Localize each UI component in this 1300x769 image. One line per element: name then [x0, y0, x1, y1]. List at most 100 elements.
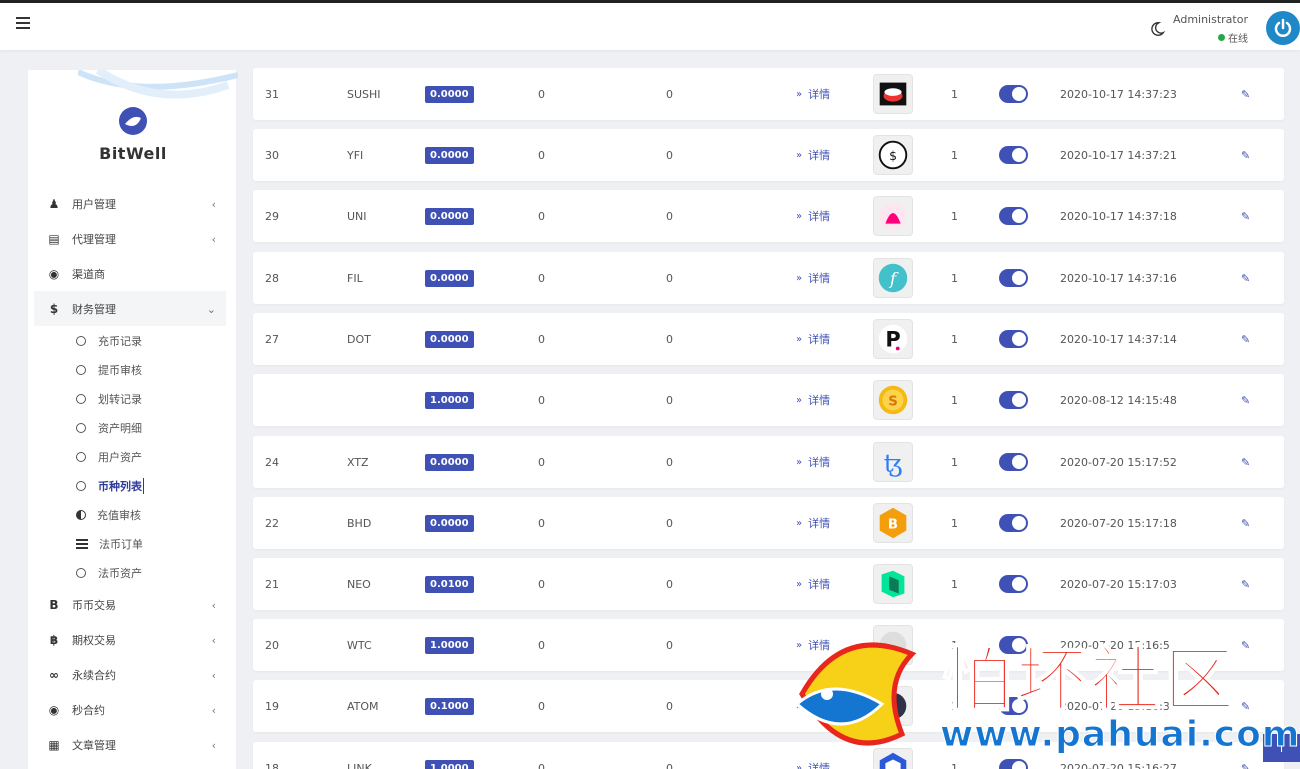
uni-logo [873, 196, 913, 236]
edit-icon[interactable]: ✎ [1241, 497, 1250, 549]
sidebar-item-agent-management[interactable]: ▤ 代理管理 ‹ [34, 221, 226, 256]
status-toggle[interactable] [999, 453, 1028, 471]
circle-icon [76, 480, 86, 491]
row-fee-cell: 0.0000 [425, 190, 474, 242]
edit-icon[interactable]: ✎ [1241, 313, 1250, 365]
row-value-b: 0 [666, 393, 673, 407]
sidebar-subitem-withdraw-review[interactable]: 提币审核 [34, 355, 226, 384]
row-sort: 1 [951, 209, 958, 223]
status-toggle[interactable] [999, 391, 1028, 409]
edit-icon[interactable]: ✎ [1241, 619, 1250, 671]
sidebar-item-article-management[interactable]: ▦ 文章管理 ‹ [34, 727, 226, 762]
status-toggle[interactable] [999, 330, 1028, 348]
status-toggle[interactable] [999, 575, 1028, 593]
sidebar-item-second-contract[interactable]: ◉ 秒合约 ‹ [34, 692, 226, 727]
row-value-a: 0 [538, 516, 545, 530]
edit-icon[interactable]: ✎ [1241, 680, 1250, 732]
detail-link[interactable]: » 详情 [796, 742, 830, 769]
edit-icon[interactable]: ✎ [1241, 68, 1250, 120]
edit-icon[interactable]: ✎ [1241, 129, 1250, 181]
neo-logo [873, 564, 913, 604]
bitcoin-icon: ฿ [49, 632, 59, 647]
table-row: 18 LINK 1.0000 0 0 » 详情 1 2020-07-20 15:16:27 ✎ [253, 742, 1284, 769]
detail-link[interactable]: » 详情 [796, 558, 830, 610]
detail-link[interactable]: » 详情 [796, 252, 830, 304]
detail-link[interactable]: » 详情 [796, 436, 830, 488]
sidebar-item-options-trading[interactable]: ฿ 期权交易 ‹ [34, 622, 226, 657]
sidebar-menu: ♟ 用户管理 ‹ ▤ 代理管理 ‹ ◉ 渠道商 $ 财务管理 ⌄ 充币记录 提币… [34, 186, 226, 762]
sidebar-item-finance[interactable]: $ 财务管理 ⌄ [34, 291, 226, 326]
edit-icon[interactable]: ✎ [1241, 374, 1250, 426]
status-toggle[interactable] [999, 269, 1028, 287]
svg-text:S: S [888, 395, 898, 410]
sidebar-item-channel[interactable]: ◉ 渠道商 [34, 256, 226, 291]
edit-icon[interactable]: ✎ [1241, 436, 1250, 488]
circle-icon [76, 567, 86, 578]
dark-mode-icon[interactable] [1148, 20, 1166, 38]
edit-icon[interactable]: ✎ [1241, 252, 1250, 304]
detail-label: 详情 [808, 149, 831, 162]
table-row: 19 ATOM 0.1000 0 0 » 详情 1 2020-07-20 15:16:3 ✎ [253, 680, 1284, 732]
status-toggle[interactable] [999, 759, 1028, 769]
sub-label: 用户资产 [98, 450, 142, 464]
sidebar-subitem-recharge-review[interactable]: 充值审核 [34, 500, 226, 529]
row-fee-cell: 1.0000 [425, 374, 474, 426]
sidebar-subitem-asset-details[interactable]: 资产明细 [34, 413, 226, 442]
row-created-time: 2020-10-17 14:37:23 [1060, 87, 1177, 101]
row-fee-cell: 0.0000 [425, 436, 474, 488]
row-value-a: 0 [538, 761, 545, 769]
sidebar-subitem-user-assets[interactable]: 用户资产 [34, 442, 226, 471]
id-card-icon: ▤ [48, 231, 60, 246]
detail-link[interactable]: » 详情 [796, 129, 830, 181]
detail-link[interactable]: » 详情 [796, 190, 830, 242]
detail-link[interactable]: » 详情 [796, 497, 830, 549]
row-currency-name: XTZ [347, 455, 369, 469]
detail-link[interactable]: » 详情 [796, 313, 830, 365]
detail-label: 详情 [808, 517, 831, 530]
detail-link[interactable]: » 详情 [796, 619, 830, 671]
sidebar-item-user-management[interactable]: ♟ 用户管理 ‹ [34, 186, 226, 221]
status-toggle[interactable] [999, 697, 1028, 715]
row-sort: 1 [951, 699, 958, 713]
row-id: 18 [265, 761, 279, 769]
row-logo-cell [873, 680, 913, 732]
menu-toggle-icon[interactable] [16, 17, 30, 31]
edit-icon[interactable]: ✎ [1241, 190, 1250, 242]
sub-label: 划转记录 [98, 392, 142, 406]
detail-link[interactable]: » 详情 [796, 68, 830, 120]
status-toggle[interactable] [999, 146, 1028, 164]
sidebar-subitem-transfer-records[interactable]: 划转记录 [34, 384, 226, 413]
power-icon [1274, 18, 1292, 37]
detail-link[interactable]: » 详情 [796, 680, 830, 732]
row-value-a: 0 [538, 271, 545, 285]
detail-label: 详情 [808, 333, 831, 346]
sub-label: 提币审核 [98, 363, 142, 377]
sidebar-item-perpetual-contract[interactable]: ∞ 永续合约 ‹ [34, 657, 226, 692]
row-currency-name: UNI [347, 209, 367, 223]
status-toggle[interactable] [999, 636, 1028, 654]
sidebar-subitem-deposit-records[interactable]: 充币记录 [34, 326, 226, 355]
power-button[interactable] [1266, 11, 1300, 45]
edit-icon[interactable]: ✎ [1241, 558, 1250, 610]
status-toggle[interactable] [999, 207, 1028, 225]
row-currency-name: DOT [347, 332, 371, 346]
sidebar-subitem-fiat-assets[interactable]: 法币资产 [34, 558, 226, 587]
double-chevron-right-icon: » [796, 456, 803, 468]
edit-icon[interactable]: ✎ [1241, 742, 1250, 769]
scroll-top-button[interactable]: ↑ [1263, 734, 1300, 762]
sidebar-item-spot-trading[interactable]: B 币币交易 ‹ [34, 587, 226, 622]
row-value-b: 0 [666, 638, 673, 652]
fee-badge: 0.0000 [425, 330, 474, 348]
circle-icon [76, 335, 86, 346]
user-info[interactable]: Administrator 在线 [1173, 13, 1248, 45]
sidebar-subitem-currency-list[interactable]: 币种列表 [34, 471, 226, 500]
status-toggle[interactable] [999, 85, 1028, 103]
row-fee-cell: 1.0000 [425, 619, 474, 671]
sidebar-item-label: 期权交易 [72, 633, 116, 647]
status-toggle[interactable] [999, 514, 1028, 532]
sidebar-subitem-fiat-orders[interactable]: 法币订单 [34, 529, 226, 558]
users-icon: ♟ [48, 196, 60, 211]
row-value-b: 0 [666, 577, 673, 591]
detail-link[interactable]: » 详情 [796, 374, 830, 426]
row-id: 21 [265, 577, 279, 591]
